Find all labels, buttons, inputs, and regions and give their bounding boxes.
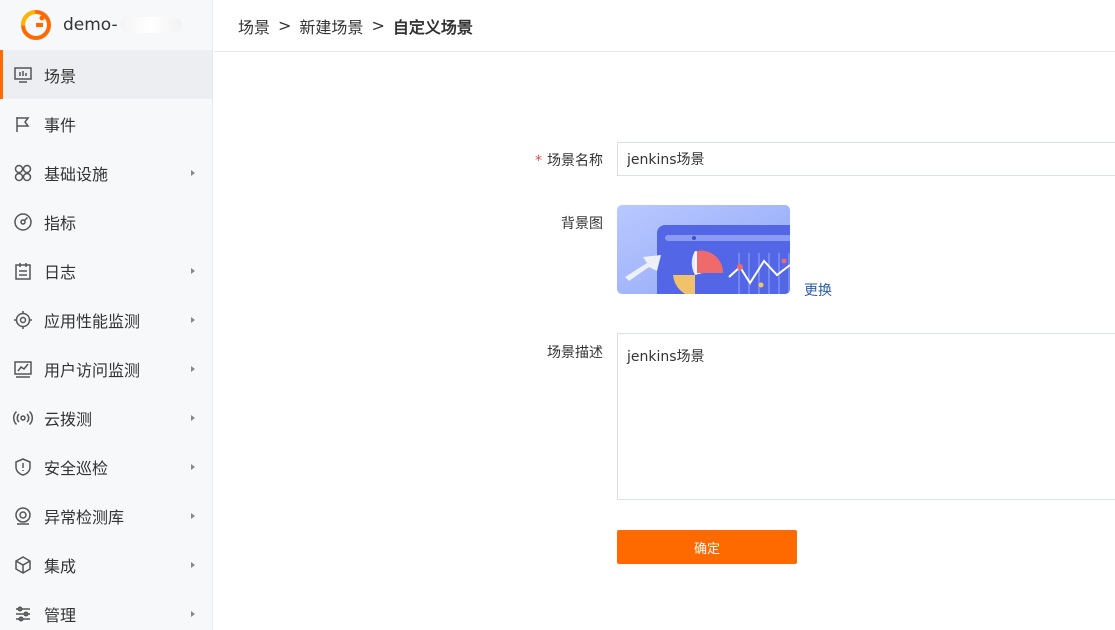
scene-name-input[interactable] bbox=[617, 142, 1115, 176]
sidebar-item-dial-testing[interactable]: 云拨测 bbox=[0, 393, 212, 442]
sidebar-item-label: 场景 bbox=[44, 66, 77, 86]
broadcast-icon bbox=[12, 407, 34, 429]
flag-icon bbox=[12, 113, 34, 135]
sidebar-item-anomaly[interactable]: 异常检测库 bbox=[0, 491, 212, 540]
sidebar-item-events[interactable]: 事件 bbox=[0, 99, 212, 148]
sidebar-item-scene[interactable]: 场景 bbox=[0, 50, 212, 99]
sidebar-item-label: 安全巡检 bbox=[44, 458, 109, 478]
scene-description-label: 场景描述 bbox=[547, 345, 603, 361]
background-image-thumbnail bbox=[617, 205, 790, 294]
change-background-link[interactable]: 更换 bbox=[804, 280, 832, 300]
chevron-right-icon bbox=[191, 267, 195, 274]
sidebar-item-apm[interactable]: 应用性能监测 bbox=[0, 295, 212, 344]
sidebar-item-label: 应用性能监测 bbox=[44, 311, 141, 331]
sidebar-item-security[interactable]: 安全巡检 bbox=[0, 442, 212, 491]
breadcrumb-separator: > bbox=[371, 16, 385, 35]
gauge-icon bbox=[12, 211, 34, 233]
grid-circles-icon bbox=[12, 162, 34, 184]
sidebar-nav: 场景 事件 基础设施 指标 日志 应用性能监测 用户访问监测 云拨测 安全巡检 … bbox=[0, 50, 212, 630]
sidebar-item-label: 基础设施 bbox=[44, 164, 109, 184]
scene-form: *场景名称 背景图 bbox=[214, 52, 1115, 630]
sidebar-item-label: 集成 bbox=[44, 556, 77, 576]
background-label: 背景图 bbox=[561, 216, 603, 232]
sidebar-item-label: 云拨测 bbox=[44, 409, 93, 429]
sidebar-item-label: 指标 bbox=[44, 213, 77, 233]
redacted-text bbox=[119, 17, 182, 33]
sidebar-item-metrics[interactable]: 指标 bbox=[0, 197, 212, 246]
chevron-right-icon bbox=[191, 463, 195, 470]
sidebar-item-label: 管理 bbox=[44, 605, 77, 625]
sidebar-item-label: 日志 bbox=[44, 262, 77, 282]
monitor-icon bbox=[12, 64, 34, 86]
chevron-right-icon bbox=[191, 512, 195, 519]
breadcrumb-item-new-scene[interactable]: 新建场景 bbox=[299, 14, 363, 38]
chevron-right-icon bbox=[191, 610, 195, 617]
shield-icon bbox=[12, 456, 34, 478]
breadcrumb: 场景 > 新建场景 > 自定义场景 bbox=[214, 0, 1115, 52]
log-icon bbox=[12, 260, 34, 282]
required-mark: * bbox=[535, 153, 542, 169]
brand-name: demo- bbox=[63, 15, 182, 35]
anomaly-icon bbox=[12, 505, 34, 527]
target-icon bbox=[12, 309, 34, 331]
sidebar: demo- 场景 事件 基础设施 指标 日志 应用性能监测 用户访问监测 云拨测… bbox=[0, 0, 213, 630]
sidebar-item-rum[interactable]: 用户访问监测 bbox=[0, 344, 212, 393]
confirm-button[interactable]: 确定 bbox=[617, 530, 797, 564]
logo-g-icon bbox=[21, 10, 51, 40]
sidebar-item-integration[interactable]: 集成 bbox=[0, 540, 212, 589]
cube-icon bbox=[12, 554, 34, 576]
sidebar-item-label: 事件 bbox=[44, 115, 77, 135]
sidebar-item-infrastructure[interactable]: 基础设施 bbox=[0, 148, 212, 197]
brand[interactable]: demo- bbox=[0, 0, 212, 50]
page-title: 自定义场景 bbox=[392, 17, 473, 37]
chart-monitor-icon bbox=[12, 358, 34, 380]
sidebar-item-management[interactable]: 管理 bbox=[0, 589, 212, 630]
sliders-icon bbox=[12, 603, 34, 625]
scene-name-label: * 场景名称 bbox=[535, 153, 603, 169]
sidebar-item-logs[interactable]: 日志 bbox=[0, 246, 212, 295]
chevron-right-icon bbox=[191, 316, 195, 323]
chevron-right-icon bbox=[191, 414, 195, 421]
scene-description-textarea[interactable]: jenkins场景 bbox=[617, 333, 1115, 500]
chevron-right-icon bbox=[191, 561, 195, 568]
breadcrumb-item-scene[interactable]: 场景 bbox=[238, 14, 270, 38]
breadcrumb-separator: > bbox=[278, 16, 292, 35]
chevron-right-icon bbox=[191, 169, 195, 176]
app-window: demo- 场景 事件 基础设施 指标 日志 应用性能监测 用户访问监测 云拨测… bbox=[0, 0, 1115, 630]
chevron-right-icon bbox=[191, 365, 195, 372]
sidebar-item-label: 用户访问监测 bbox=[44, 360, 141, 380]
sidebar-item-label: 异常检测库 bbox=[44, 507, 125, 527]
